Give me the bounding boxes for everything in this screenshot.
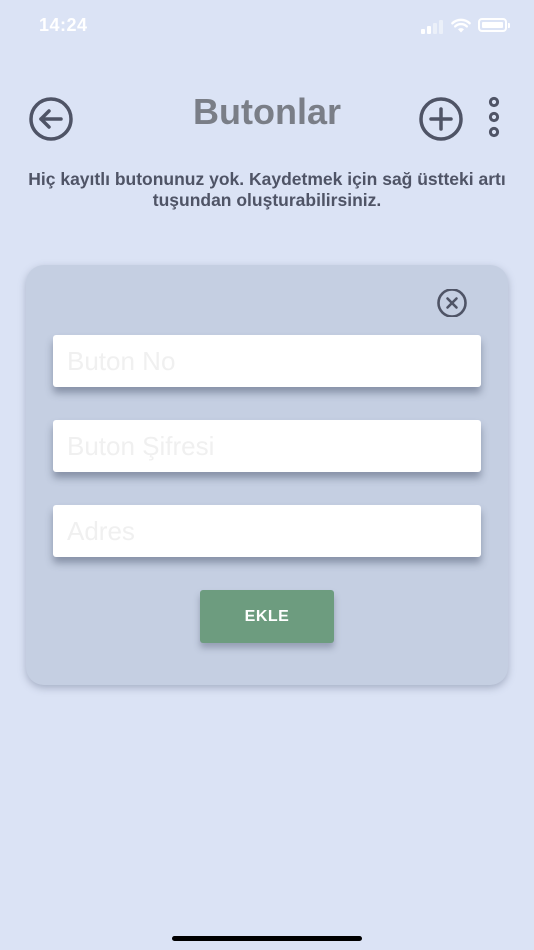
vertical-dots-icon: [488, 96, 500, 138]
battery-icon: [478, 18, 510, 32]
wifi-icon: [451, 18, 471, 33]
status-bar: 14:24: [0, 0, 534, 54]
button-password-input[interactable]: [53, 420, 481, 472]
address-input[interactable]: [53, 505, 481, 557]
empty-state-message: Hiç kayıtlı butonunuz yok. Kaydetmek içi…: [28, 169, 506, 210]
close-form-button[interactable]: [436, 288, 468, 318]
home-indicator[interactable]: [172, 936, 362, 941]
status-time: 14:24: [39, 15, 88, 35]
cellular-signal-icon: [421, 20, 447, 34]
add-button-form-card: EKLE: [26, 265, 508, 685]
add-button[interactable]: [417, 96, 465, 142]
close-circle-icon: [437, 288, 467, 318]
more-options-button[interactable]: [484, 96, 504, 138]
plus-circle-icon: [419, 97, 463, 141]
button-number-input[interactable]: [53, 335, 481, 387]
add-submit-button[interactable]: EKLE: [200, 590, 334, 643]
